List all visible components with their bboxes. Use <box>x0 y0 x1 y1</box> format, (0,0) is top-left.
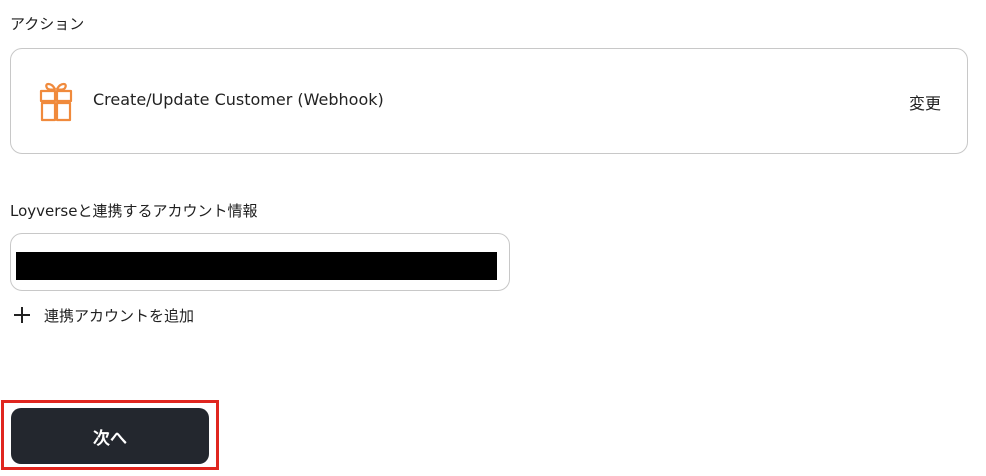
plus-icon <box>12 305 32 325</box>
account-select-field[interactable] <box>10 233 510 291</box>
action-section-label: アクション <box>10 15 85 33</box>
action-card: Create/Update Customer (Webhook) 変更 <box>10 48 968 154</box>
change-action-link[interactable]: 変更 <box>909 90 941 114</box>
add-account-button[interactable]: 連携アカウントを追加 <box>12 303 194 327</box>
next-button[interactable]: 次へ <box>11 408 209 464</box>
action-name: Create/Update Customer (Webhook) <box>93 90 384 109</box>
account-section-label: Loyverseと連携するアカウント情報 <box>10 202 258 220</box>
gift-icon <box>39 80 73 122</box>
redacted-account-value <box>16 252 497 280</box>
add-account-label: 連携アカウントを追加 <box>44 306 195 325</box>
